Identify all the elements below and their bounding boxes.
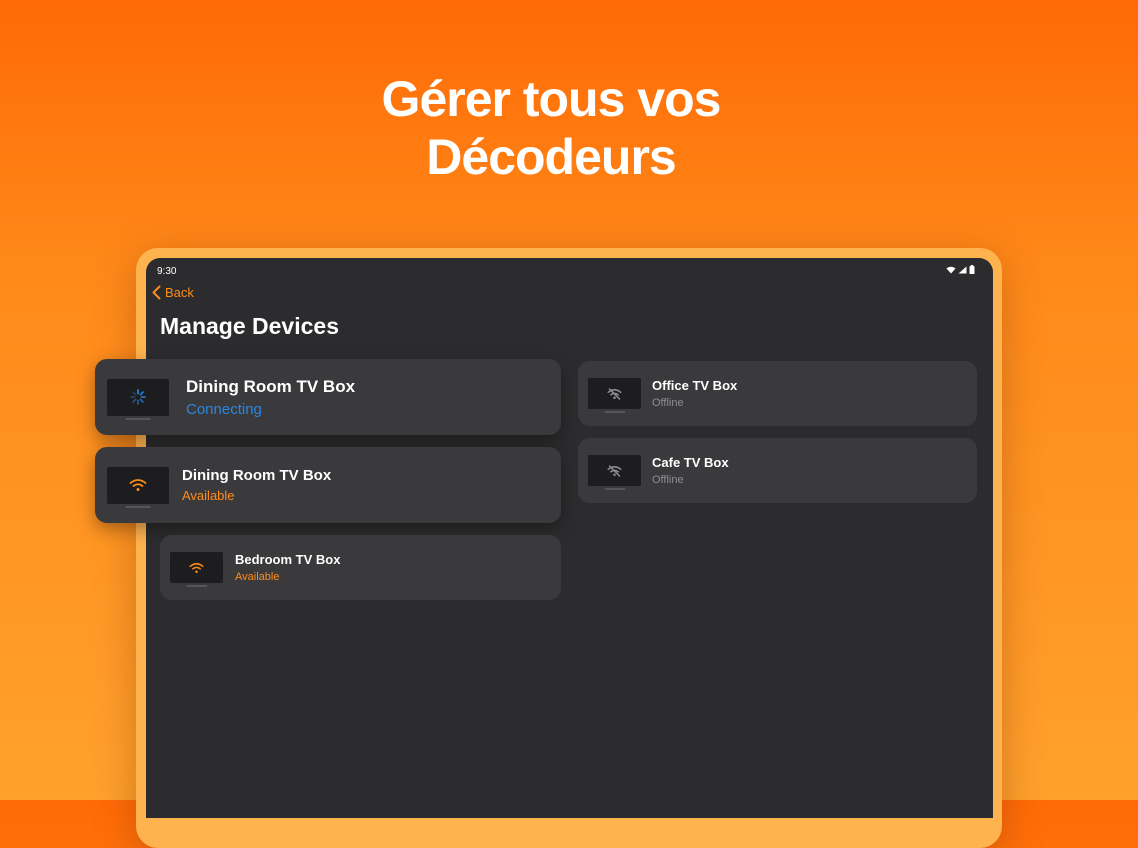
battery-icon <box>969 265 975 274</box>
device-status: Offline <box>652 397 684 409</box>
status-time: 9:30 <box>157 266 177 277</box>
tv-box-icon <box>588 378 641 413</box>
device-info: Dining Room TV Box Connecting <box>186 377 355 418</box>
wifi-off-icon <box>607 464 622 477</box>
headline-line-1: Gérer tous vos <box>381 71 722 127</box>
device-status: Available <box>182 488 235 503</box>
tv-box-icon <box>170 552 223 587</box>
tv-box-icon <box>107 466 169 508</box>
device-card[interactable]: Dining Room TV Box Available <box>95 447 561 523</box>
device-status: Offline <box>652 474 684 486</box>
wifi-icon <box>189 562 204 573</box>
device-info: Dining Room TV Box Available <box>182 467 331 503</box>
wifi-off-icon <box>607 387 622 400</box>
device-status: Available <box>235 571 280 583</box>
device-card[interactable]: Bedroom TV Box Available <box>160 535 561 600</box>
device-name: Cafe TV Box <box>652 455 729 470</box>
wifi-icon <box>129 479 147 491</box>
device-card[interactable]: Dining Room TV Box Connecting <box>95 359 561 435</box>
device-card[interactable]: Cafe TV Box Offline <box>578 438 977 503</box>
headline-line-2: Décodeurs <box>426 129 676 185</box>
wifi-icon <box>946 266 956 273</box>
back-label: Back <box>165 285 194 300</box>
promo-headline: Gérer tous vos Décodeurs <box>0 70 1102 186</box>
back-button[interactable]: Back <box>152 285 194 300</box>
device-name: Bedroom TV Box <box>235 552 341 567</box>
status-icons <box>946 265 975 274</box>
device-status: Connecting <box>186 400 262 418</box>
tv-box-icon <box>588 455 641 490</box>
device-info: Office TV Box Offline <box>652 378 737 409</box>
cellular-icon <box>958 266 967 273</box>
page-title: Manage Devices <box>160 313 339 339</box>
tv-box-icon <box>107 378 169 420</box>
device-name: Dining Room TV Box <box>186 376 356 396</box>
device-card[interactable]: Office TV Box Offline <box>578 361 977 426</box>
device-name: Dining Room TV Box <box>182 467 332 484</box>
chevron-left-icon <box>152 285 161 300</box>
loading-spinner-icon <box>130 389 146 405</box>
device-info: Bedroom TV Box Available <box>235 552 340 583</box>
device-info: Cafe TV Box Offline <box>652 455 729 486</box>
device-name: Office TV Box <box>652 378 738 393</box>
